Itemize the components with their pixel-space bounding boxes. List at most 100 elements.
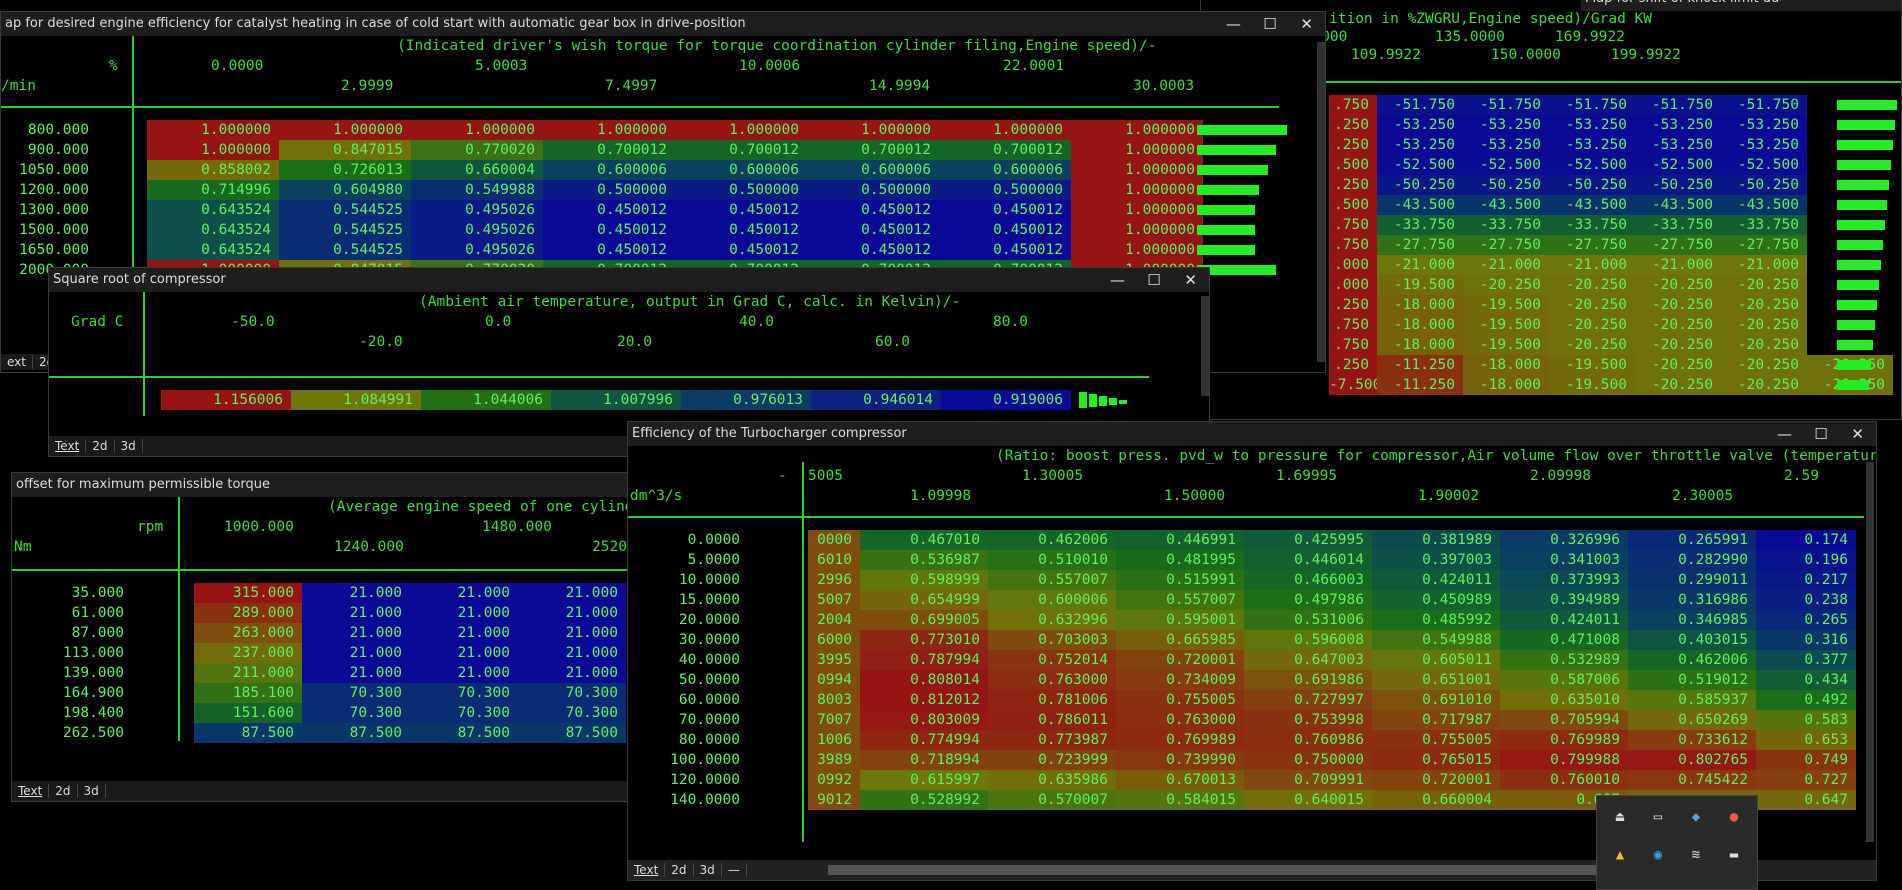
catalyst-cell: 1.000000 bbox=[411, 120, 543, 140]
catalyst-cell: 0.495026 bbox=[411, 200, 543, 220]
chrome-icon[interactable]: ● bbox=[1721, 804, 1747, 830]
catalyst-cell: 1.000000 bbox=[1071, 140, 1203, 160]
knock-window-titlebar[interactable]: Map for shift of knock limit due to resi… bbox=[1581, 0, 1901, 11]
knock-spark-bar bbox=[1837, 160, 1891, 170]
battery-icon[interactable]: ▬ bbox=[1721, 842, 1747, 868]
knock-cell: -27.750 bbox=[1721, 235, 1807, 255]
catalyst-cell: 0.450012 bbox=[543, 220, 675, 240]
catalyst-cell: 0.450012 bbox=[543, 240, 675, 260]
torque-cell: 21.000 bbox=[302, 583, 410, 603]
catalyst-window-titlebar[interactable]: ap for desired engine efficiency for cat… bbox=[1, 12, 1325, 36]
tab-2d[interactable]: 2d bbox=[665, 863, 694, 877]
turbo-x-top-label: 1.69995 bbox=[1276, 468, 1338, 484]
close-button[interactable]: ✕ bbox=[1179, 268, 1203, 292]
torque-window-title: offset for maximum permissible torque bbox=[16, 477, 271, 492]
minimize-button[interactable]: — bbox=[1221, 12, 1245, 36]
display-icon[interactable]: ▭ bbox=[1645, 804, 1671, 830]
turbo-scrollbar-thumb[interactable] bbox=[828, 865, 1608, 875]
catalyst-x-top-label: 0.0000 bbox=[211, 58, 264, 74]
turbo-cell: 0.341003 bbox=[1500, 550, 1628, 570]
turbo-row-label: 5.0000 bbox=[687, 552, 740, 568]
sqrt-x-top-label: -50.0 bbox=[231, 314, 275, 330]
torque-cell: 87.500 bbox=[194, 723, 302, 743]
turbo-cell: 0.665985 bbox=[1116, 630, 1244, 650]
knock-cell: .250 bbox=[1329, 115, 1377, 135]
catalyst-cell: 0.450012 bbox=[807, 240, 939, 260]
shield-icon[interactable]: ◆ bbox=[1683, 804, 1709, 830]
tab-text[interactable]: Text bbox=[628, 863, 666, 877]
minimize-button[interactable]: — bbox=[1772, 422, 1796, 446]
knock-cell: -18.000 bbox=[1463, 375, 1549, 395]
wifi-icon[interactable]: ≋ bbox=[1683, 842, 1709, 868]
maximize-button[interactable]: ☐ bbox=[1809, 422, 1833, 446]
tab-menu[interactable]: — bbox=[722, 863, 747, 877]
tab-text[interactable]: Text bbox=[49, 439, 87, 453]
knock-window-title: Map for shift of knock limit due to resi… bbox=[1585, 0, 1781, 11]
torque-cell: 21.000 bbox=[410, 603, 518, 623]
minimize-button[interactable]: — bbox=[1105, 268, 1129, 292]
turbo-cell: 0.585937 bbox=[1628, 690, 1756, 710]
turbo-cell: 0.632996 bbox=[988, 610, 1116, 630]
catalyst-cell: 0.600006 bbox=[939, 160, 1071, 180]
catalyst-header-line bbox=[1, 106, 1279, 108]
tab-text[interactable]: Text bbox=[12, 784, 50, 798]
turbo-row-label: 140.0000 bbox=[670, 792, 740, 808]
knock-x-bottom-label: 150.0000 bbox=[1491, 47, 1561, 63]
tab-3d[interactable]: 3d bbox=[115, 439, 143, 453]
turbo-cell: 0.471008 bbox=[1500, 630, 1628, 650]
maximize-button[interactable]: ☐ bbox=[1142, 268, 1166, 292]
catalyst-cell: 0.544525 bbox=[279, 220, 411, 240]
catalyst-cell: 0.858002 bbox=[147, 160, 279, 180]
knock-cell: -20.250 bbox=[1463, 275, 1549, 295]
knock-cell: -51.750 bbox=[1549, 95, 1635, 115]
turbo-cell: 0.660004 bbox=[1372, 790, 1500, 810]
turbo-cell: 0.510010 bbox=[988, 550, 1116, 570]
torque-x-bottom-label: 1240.000 bbox=[334, 539, 404, 555]
turbo-cell: 0.299011 bbox=[1628, 570, 1756, 590]
turbo-scrollbar[interactable] bbox=[1866, 462, 1874, 842]
catalyst-cell: 0.700012 bbox=[807, 140, 939, 160]
sqrt-spark-bar bbox=[1079, 392, 1087, 408]
turbo-cell: 0.326996 bbox=[1500, 530, 1628, 550]
turbo-header-line bbox=[628, 516, 1864, 518]
torque-cell: 21.000 bbox=[410, 643, 518, 663]
torque-cell: 87.500 bbox=[302, 723, 410, 743]
catalyst-row-label: 1050.000 bbox=[19, 162, 89, 178]
maximize-button[interactable]: ☐ bbox=[1258, 12, 1282, 36]
torque-cell: 185.100 bbox=[194, 683, 302, 703]
turbo-cell: 0.763000 bbox=[1116, 710, 1244, 730]
turbo-row-label: 10.0000 bbox=[678, 572, 740, 588]
close-button[interactable]: ✕ bbox=[1846, 422, 1870, 446]
tab-3d[interactable]: 3d bbox=[694, 863, 722, 877]
tab-2d[interactable]: 2d bbox=[86, 439, 115, 453]
torque-row-label: 113.000 bbox=[62, 645, 124, 661]
turbo-cell: 0.720001 bbox=[1116, 650, 1244, 670]
knock-cell: -50.250 bbox=[1377, 175, 1463, 195]
turbo-window-titlebar[interactable]: Efficiency of the Turbocharger compresso… bbox=[628, 422, 1876, 446]
sqrt-scrollbar[interactable] bbox=[1201, 296, 1209, 396]
sqrt-window-titlebar[interactable]: Square root of compressor — ☐ ✕ bbox=[49, 268, 1209, 292]
usb-icon[interactable]: ⏏ bbox=[1607, 804, 1633, 830]
tab-3d[interactable]: 3d bbox=[78, 784, 106, 798]
torque-cell: 263.000 bbox=[194, 623, 302, 643]
turbo-cell: 0.808014 bbox=[860, 670, 988, 690]
knock-cell: -53.250 bbox=[1721, 135, 1807, 155]
turbo-row-label: 100.0000 bbox=[670, 752, 740, 768]
knock-cell: -21.000 bbox=[1721, 255, 1807, 275]
knock-spark-bar bbox=[1837, 260, 1881, 270]
edge-icon[interactable]: ◉ bbox=[1645, 842, 1671, 868]
tab-2d[interactable]: 2d bbox=[49, 784, 78, 798]
security-alert-icon[interactable]: ▲ bbox=[1607, 842, 1633, 868]
torque-window-titlebar[interactable]: offset for maximum permissible torque bbox=[12, 473, 630, 497]
catalyst-scrollbar[interactable] bbox=[1317, 42, 1325, 362]
sqrt-x-top-label: 0.0 bbox=[485, 314, 512, 330]
turbo-cell: 0.752014 bbox=[988, 650, 1116, 670]
turbo-cell: 0.600006 bbox=[988, 590, 1116, 610]
turbo-cell: 0.727997 bbox=[1244, 690, 1372, 710]
turbo-cell: 0.265 bbox=[1756, 610, 1856, 630]
knock-cell: -21.000 bbox=[1377, 255, 1463, 275]
close-button[interactable]: ✕ bbox=[1295, 12, 1319, 36]
tab-text[interactable]: ext bbox=[1, 355, 33, 369]
turbo-cell: 0.485992 bbox=[1372, 610, 1500, 630]
turbo-cell: 0.196 bbox=[1756, 550, 1856, 570]
